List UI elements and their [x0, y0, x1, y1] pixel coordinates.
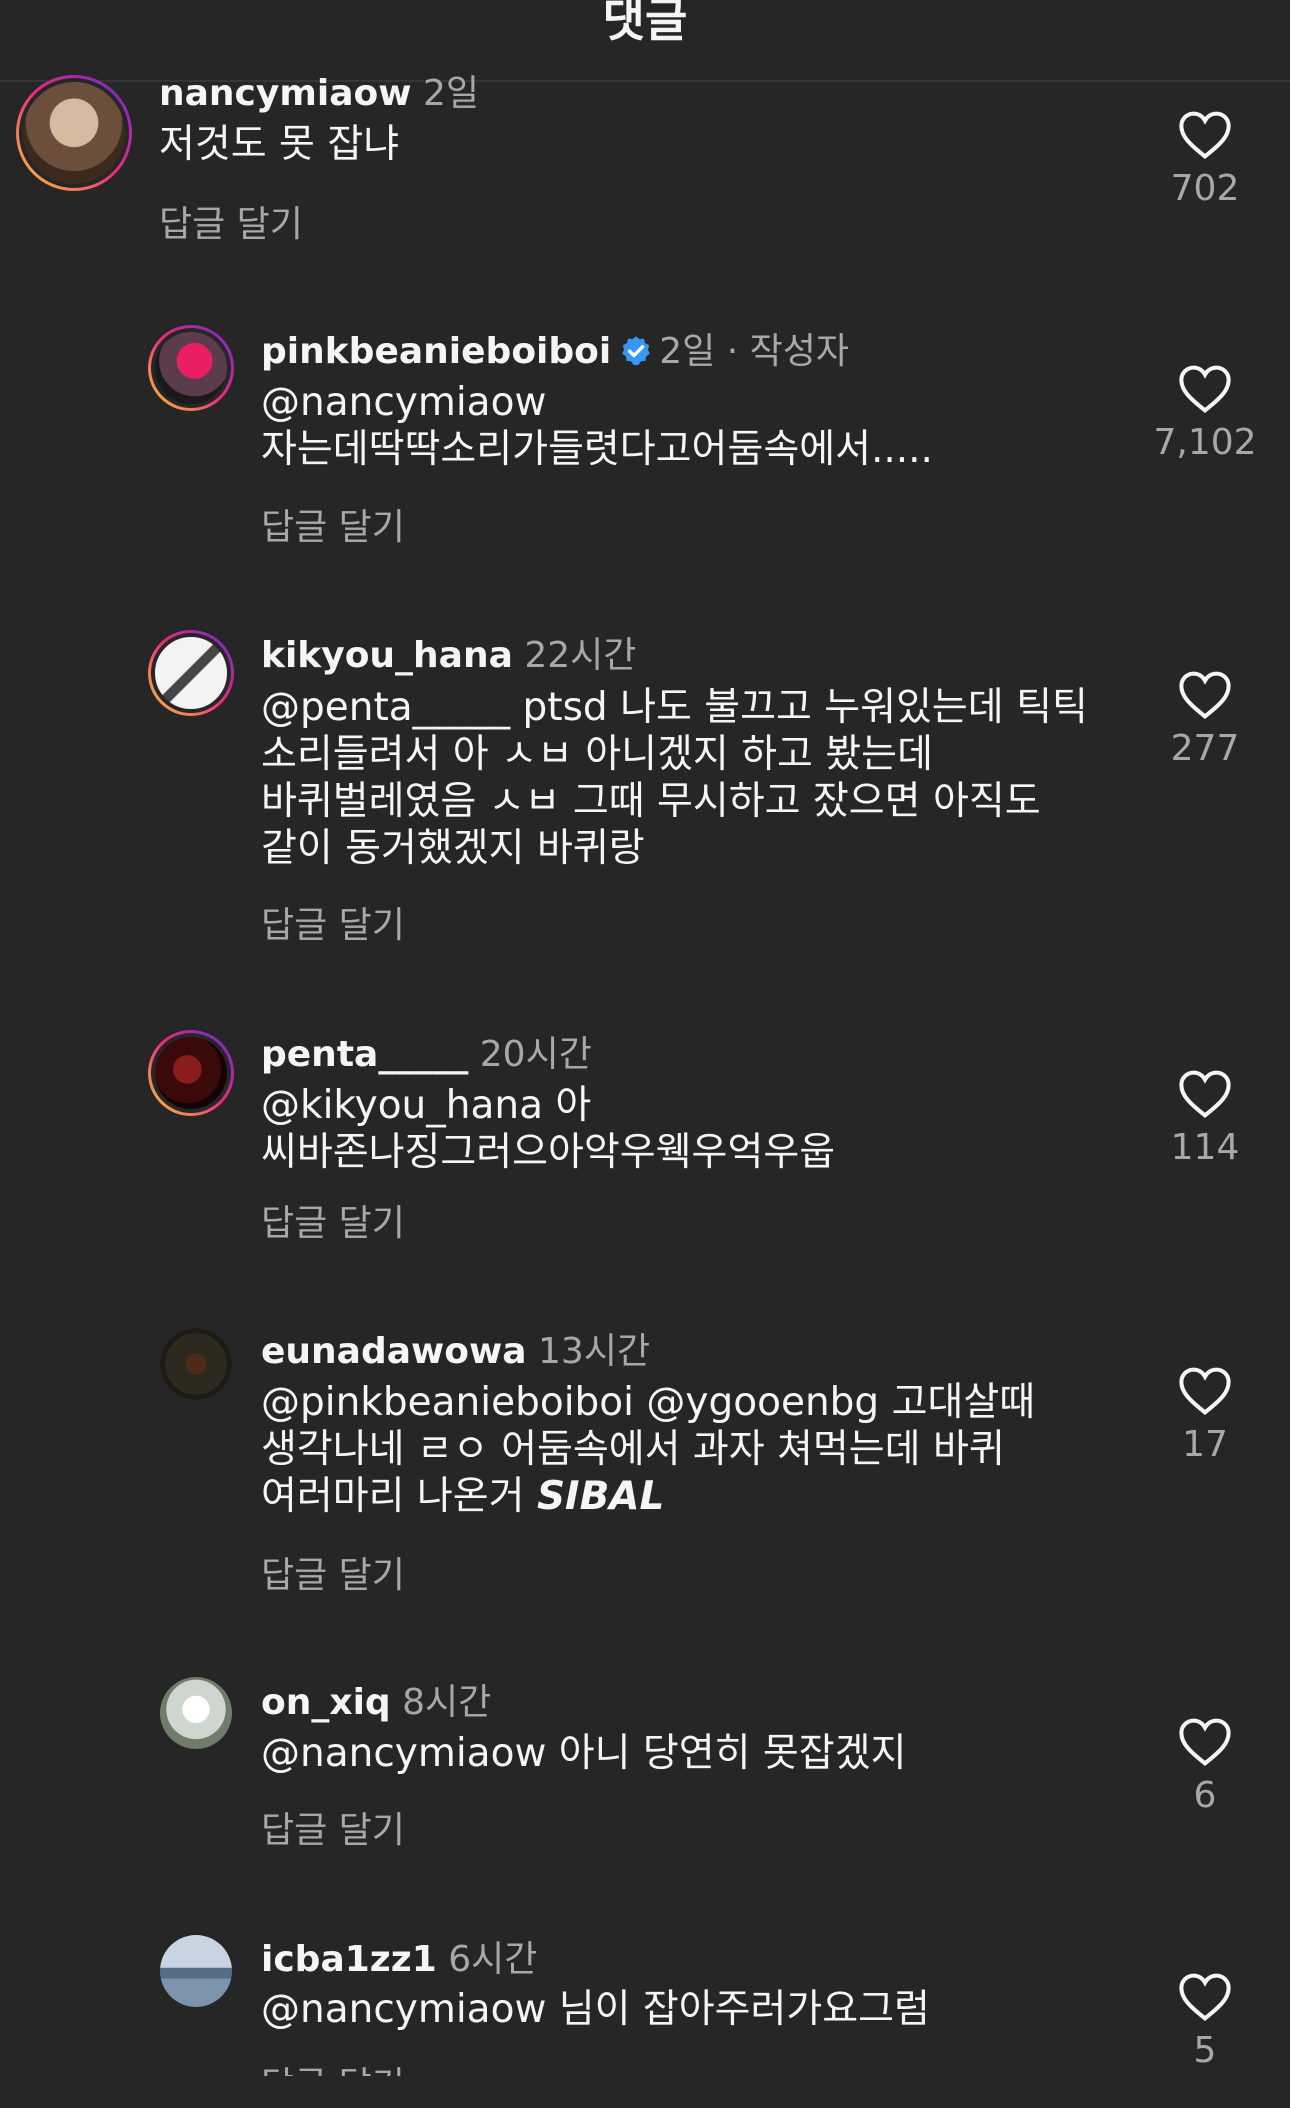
avatar-image [151, 1033, 231, 1113]
comment-meta: on_xiq 8시간 [261, 1673, 491, 1725]
username[interactable]: kikyou_hana [261, 635, 513, 676]
username[interactable]: pinkbeanieboiboi [261, 331, 611, 372]
heart-icon[interactable] [1178, 1366, 1232, 1416]
comment-text: @penta_____ ptsd 나도 불끄고 누워있는데 틱틱 소리들려서 아… [261, 685, 1088, 871]
timestamp: 22시간 [524, 635, 637, 676]
like-column: 7,102 [1130, 364, 1280, 463]
like-count: 6 [1193, 1775, 1217, 1816]
avatar-image [151, 633, 231, 713]
avatar-image [19, 78, 129, 188]
timestamp: 6시간 [448, 1939, 538, 1980]
reply-button[interactable]: 답글 달기 [261, 498, 405, 550]
comment-text: 저것도 못 잡냐 [159, 122, 400, 167]
like-column: 17 [1130, 1366, 1280, 1465]
avatar-image [160, 1677, 232, 1749]
avatar[interactable] [148, 1030, 234, 1116]
heart-icon[interactable] [1178, 110, 1232, 160]
username[interactable]: icba1zz1 [261, 1939, 437, 1980]
username[interactable]: penta_____ [261, 1034, 468, 1075]
avatar-image [151, 328, 231, 408]
timestamp: 8시간 [402, 1682, 492, 1723]
like-column: 5 [1130, 1972, 1280, 2071]
heart-icon[interactable] [1178, 1717, 1232, 1767]
like-count: 5 [1193, 2030, 1217, 2071]
avatar[interactable] [160, 1677, 232, 1749]
heart-icon[interactable] [1178, 1972, 1232, 2022]
reply-button[interactable]: 답글 달기 [261, 896, 405, 948]
comment-text: @nancymiaow 자는데딱딱소리가들렷다고어둠속에서..... [261, 380, 933, 472]
timestamp: 20시간 [479, 1034, 592, 1075]
verified-badge-icon [622, 336, 651, 366]
comment-text: @kikyou_hana 아 씨바존나징그러으아악우웩우억우웁 [261, 1083, 836, 1175]
like-count: 7,102 [1153, 422, 1257, 463]
header-title: 댓글 [602, 0, 688, 47]
like-column: 277 [1130, 670, 1280, 769]
comment-meta: icba1zz1 6시간 [261, 1930, 537, 1982]
avatar[interactable] [148, 325, 234, 411]
avatar-image [160, 1935, 232, 2007]
like-count: 702 [1170, 168, 1240, 209]
timestamp: 2일 · 작성자 [659, 331, 849, 372]
reply-button[interactable]: 답글 달기 [261, 1194, 405, 1246]
bottom-edge [0, 2076, 1290, 2102]
comment-meta: eunadawowa 13시간 [261, 1322, 650, 1374]
like-column: 702 [1130, 110, 1280, 209]
heart-icon[interactable] [1178, 364, 1232, 414]
reply-button[interactable]: 답글 달기 [159, 195, 303, 247]
avatar[interactable] [148, 630, 234, 716]
username[interactable]: nancymiaow [159, 73, 412, 114]
avatar[interactable] [160, 1328, 232, 1400]
comment-text: @nancymiaow 님이 잡아주러가요그럼 [261, 1987, 930, 2032]
like-count: 17 [1182, 1424, 1228, 1465]
comment-meta: nancymiaow 2일 [159, 64, 479, 116]
avatar[interactable] [160, 1935, 232, 2007]
like-column: 6 [1130, 1717, 1280, 1816]
comment-meta: pinkbeanieboiboi 2일 · 작성자 [261, 322, 849, 374]
username[interactable]: on_xiq [261, 1682, 391, 1723]
heart-icon[interactable] [1178, 670, 1232, 720]
like-count: 114 [1170, 1127, 1240, 1168]
heart-icon[interactable] [1178, 1069, 1232, 1119]
avatar[interactable] [16, 75, 132, 191]
comment-text: @nancymiaow 아니 당연히 못잡겠지 [261, 1731, 907, 1776]
timestamp: 2일 [422, 73, 479, 114]
username[interactable]: eunadawowa [261, 1331, 527, 1372]
like-count: 277 [1170, 728, 1240, 769]
comment-text-bold: SIBAL [536, 1474, 665, 1519]
comment-text: @pinkbeanieboiboi @ygooenbg 고대살때 생각나네 ㄹㅇ… [261, 1379, 1121, 1520]
avatar-image [160, 1328, 232, 1400]
comment-meta: penta_____ 20시간 [261, 1025, 592, 1077]
reply-button[interactable]: 답글 달기 [261, 1546, 405, 1598]
like-column: 114 [1130, 1069, 1280, 1168]
timestamp: 13시간 [538, 1331, 651, 1372]
comment-meta: kikyou_hana 22시간 [261, 626, 636, 678]
reply-button[interactable]: 답글 달기 [261, 1801, 405, 1853]
